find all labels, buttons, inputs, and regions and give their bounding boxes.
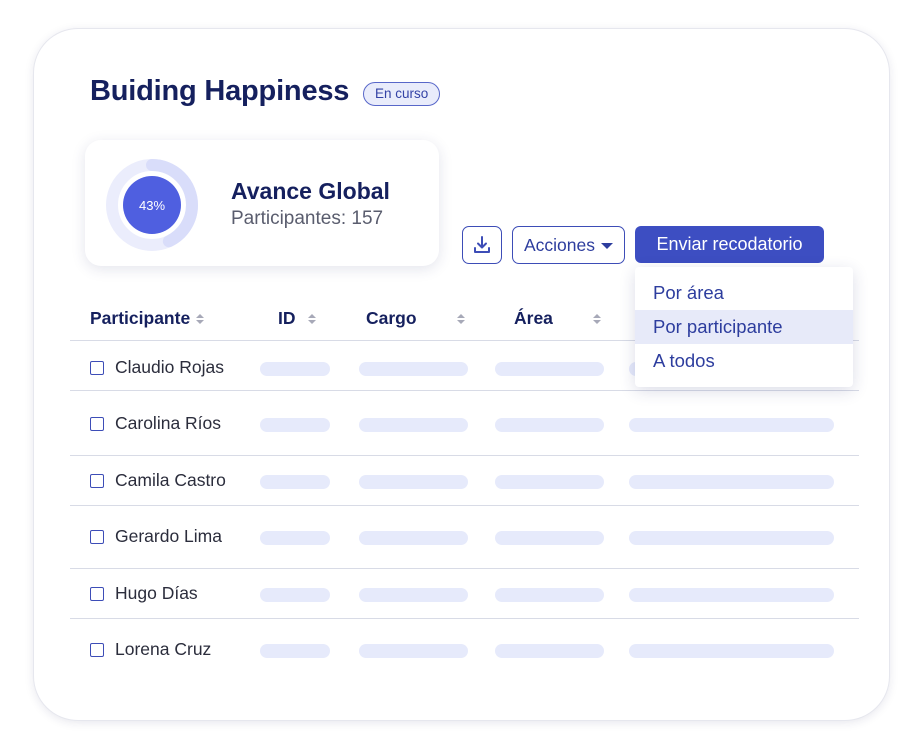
id-placeholder [260,418,330,432]
id-placeholder [260,644,330,658]
table-row: Lorena Cruz [70,630,859,670]
area-placeholder [495,531,604,545]
campaign-card: Buiding Happiness En curso 43% Avance Gl… [34,29,889,720]
actions-dropdown-button[interactable]: Acciones [512,226,625,264]
progress-percent: 43% [138,197,166,213]
download-icon [474,236,490,253]
cargo-placeholder [359,475,468,489]
cargo-placeholder [359,588,468,602]
row-checkbox[interactable] [90,474,104,488]
participant-name: Carolina Ríos [115,413,222,433]
progress-title: Avance Global [231,178,390,204]
participant-name: Camila Castro [115,470,226,490]
sort-icon [307,313,316,324]
area-placeholder [495,475,604,489]
reminder-menu: Por área Por participante A todos [635,267,853,387]
cargo-placeholder [359,644,468,658]
column-header-cargo[interactable]: Cargo [366,308,465,329]
id-placeholder [260,588,330,602]
row-divider [70,505,859,506]
row-divider [70,455,859,456]
extra-placeholder [629,531,834,545]
area-placeholder [495,418,604,432]
extra-placeholder [629,475,834,489]
participant-name: Hugo Días [115,583,198,603]
column-header-participante[interactable]: Participante [90,308,205,329]
status-badge: En curso [363,82,441,106]
page-title: Buiding Happiness [90,75,350,107]
actions-label: Acciones [523,234,595,255]
participant-name: Gerardo Lima [115,526,222,546]
id-placeholder [260,531,330,545]
table-row: Carolina Ríos [70,404,859,444]
sort-icon [592,313,601,324]
row-checkbox[interactable] [90,361,104,375]
column-header-id[interactable]: ID [278,308,316,329]
extra-placeholder [629,418,834,432]
table-row: Gerardo Lima [70,517,859,557]
column-header-area[interactable]: Área [514,308,601,329]
send-reminder-button[interactable]: Enviar recodatorio [635,226,824,263]
cargo-placeholder [359,418,468,432]
participant-name: Lorena Cruz [115,639,212,659]
sort-icon [196,313,205,324]
area-placeholder [495,362,604,376]
row-checkbox[interactable] [90,643,104,657]
global-progress-card: 43% Avance Global Participantes: 157 [85,140,439,266]
row-divider [70,618,859,619]
id-placeholder [260,362,330,376]
participants-count: Participantes: 157 [231,208,384,229]
menu-item-por-participante[interactable]: Por participante [635,310,853,344]
cargo-placeholder [359,531,468,545]
id-placeholder [260,475,330,489]
area-placeholder [495,588,604,602]
extra-placeholder [629,644,834,658]
row-checkbox[interactable] [90,587,104,601]
download-button[interactable] [462,226,502,264]
cargo-placeholder [359,362,468,376]
extra-placeholder [629,588,834,602]
area-placeholder [495,644,604,658]
row-checkbox[interactable] [90,530,104,544]
participant-name: Claudio Rojas [115,357,224,377]
row-divider [70,568,859,569]
menu-item-por-area[interactable]: Por área [635,276,853,310]
table-row: Hugo Días [70,574,859,614]
row-checkbox[interactable] [90,417,104,431]
caret-down-icon [601,243,613,249]
table-row: Camila Castro [70,461,859,501]
row-divider [70,390,859,391]
menu-item-a-todos[interactable]: A todos [635,344,853,378]
sort-icon [456,313,465,324]
